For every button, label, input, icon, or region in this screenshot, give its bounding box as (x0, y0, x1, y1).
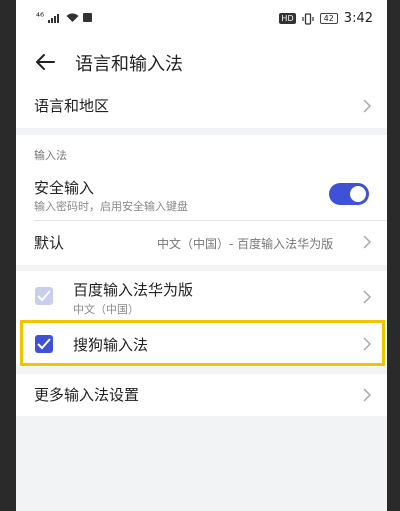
ime-item-sublabel: 中文（中国） (73, 303, 139, 316)
secure-input-toggle[interactable] (329, 183, 369, 205)
hd-badge: HD (279, 13, 296, 24)
baidu-checkbox[interactable] (35, 287, 53, 305)
app-bar: 语言和输入法 (16, 38, 387, 88)
wifi-icon (66, 13, 79, 22)
language-region-label: 语言和地区 (34, 97, 110, 115)
check-icon (37, 338, 51, 350)
signal-label: ⁴⁶ (36, 12, 45, 23)
status-left: ⁴⁶ (36, 12, 93, 23)
vibrate-icon (302, 12, 314, 25)
toggle-knob (350, 186, 366, 202)
chevron-right-icon (363, 388, 372, 402)
signal-icon (48, 13, 60, 23)
page-title: 语言和输入法 (75, 54, 183, 75)
chevron-right-icon (363, 99, 372, 113)
clock: 3:42 (343, 11, 373, 26)
notification-icon (83, 13, 93, 22)
check-icon (37, 290, 51, 302)
back-arrow-icon[interactable] (34, 51, 56, 73)
default-ime-label: 默认 (34, 234, 65, 252)
secure-input-label: 安全输入 (34, 179, 95, 197)
more-settings-label: 更多输入法设置 (34, 386, 140, 404)
language-region-row[interactable]: 语言和地区 (16, 88, 387, 128)
more-settings-row[interactable]: 更多输入法设置 (16, 374, 387, 416)
divider (34, 220, 387, 221)
secure-input-description: 输入密码时，启用安全输入键盘 (34, 200, 188, 213)
input-method-section-header: 输入法 (34, 149, 67, 162)
chevron-right-icon (363, 337, 372, 351)
battery-icon: 42 (319, 13, 338, 24)
ime-item-label: 百度输入法华为版 (73, 281, 194, 299)
ime-item-label: 搜狗输入法 (73, 336, 149, 354)
chevron-right-icon (363, 235, 372, 249)
phone-screen: ⁴⁶ HD 42 3:42 语言和输入法 语言和地区 输入法 安全输入 输入密码… (16, 0, 387, 511)
status-bar: ⁴⁶ HD 42 3:42 (16, 0, 387, 38)
default-ime-value: 中文（中国）- 百度输入法华为版 (157, 237, 334, 251)
ime-list-card (16, 271, 387, 367)
sogou-checkbox[interactable] (35, 335, 53, 353)
chevron-right-icon (363, 290, 372, 304)
status-right: HD 42 3:42 (279, 11, 373, 26)
divider (34, 321, 387, 322)
